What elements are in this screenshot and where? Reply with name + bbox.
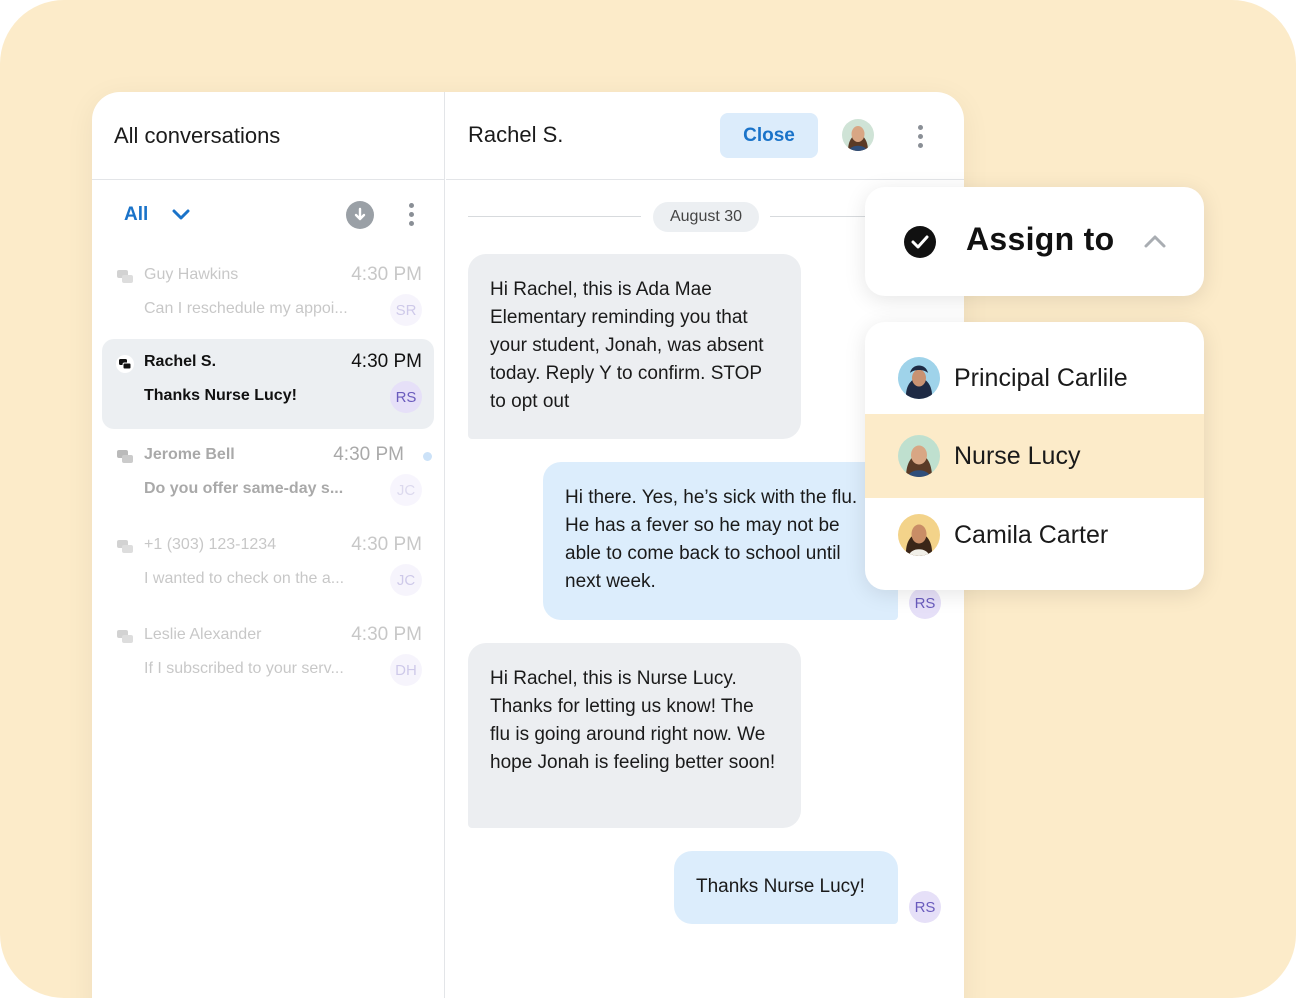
chat-bubbles-icon — [117, 270, 133, 283]
assign-to-toggle[interactable]: Assign to — [865, 187, 1204, 296]
avatar: RS — [909, 891, 941, 923]
conversation-time: 4:30 PM — [351, 624, 422, 645]
conversation-item-active[interactable]: Rachel S. 4:30 PM Thanks Nurse Lucy! RS — [102, 339, 434, 429]
conversation-preview: Do you offer same-day s... — [144, 480, 344, 497]
conversation-item[interactable]: Jerome Bell 4:30 PM Do you offer same-da… — [102, 432, 434, 522]
avatar — [898, 514, 940, 556]
assignee-option[interactable]: Camila Carter — [865, 493, 1204, 577]
conversation-time: 4:30 PM — [333, 444, 404, 465]
chat-bubbles-icon — [117, 630, 133, 643]
conversation-item[interactable]: Leslie Alexander 4:30 PM If I subscribed… — [102, 612, 434, 702]
avatar: RS — [909, 587, 941, 619]
conversation-list-title: All conversations — [114, 122, 281, 148]
message-outgoing: Hi there. Yes, he’s sick with the flu. H… — [543, 462, 898, 620]
assignee-name: Principal Carlile — [954, 363, 1128, 392]
conversation-time: 4:30 PM — [351, 534, 422, 555]
conversation-preview: Can I reschedule my appoi... — [144, 300, 348, 317]
assignee-name: Nurse Lucy — [954, 441, 1081, 470]
chat-bubbles-icon — [117, 450, 133, 463]
avatar: SR — [390, 294, 422, 326]
conversation-item[interactable]: +1 (303) 123-1234 4:30 PM I wanted to ch… — [102, 522, 434, 612]
date-pill: August 30 — [653, 202, 759, 232]
conversation-name: Rachel S. — [144, 353, 217, 370]
avatar: RS — [390, 381, 422, 413]
assignee-option[interactable]: Principal Carlile — [865, 336, 1204, 420]
assignee-name: Camila Carter — [954, 520, 1109, 549]
avatar — [898, 435, 940, 477]
chevron-up-icon[interactable] — [1143, 231, 1167, 251]
avatar — [898, 357, 940, 399]
conversation-preview: If I subscribed to your serv... — [144, 660, 344, 677]
assign-to-label: Assign to — [966, 221, 1115, 257]
filter-dropdown[interactable]: All — [124, 204, 148, 226]
conversation-time: 4:30 PM — [351, 264, 422, 285]
conversation-preview: Thanks Nurse Lucy! — [144, 387, 297, 404]
conversation-list-header: All conversations — [92, 92, 444, 180]
conversation-item[interactable]: Guy Hawkins 4:30 PM Can I reschedule my … — [102, 252, 434, 342]
divider-line — [468, 216, 641, 217]
conversation-time: 4:30 PM — [351, 351, 422, 372]
close-button[interactable]: Close — [720, 113, 818, 158]
conversation-preview: I wanted to check on the a... — [144, 570, 345, 587]
avatar: JC — [390, 474, 422, 506]
chat-bubbles-icon — [117, 540, 133, 553]
conversation-name: Guy Hawkins — [144, 266, 239, 283]
messaging-window: All conversations All Guy Hawkins 4:30 P… — [92, 92, 964, 998]
chat-bubbles-icon — [116, 355, 134, 373]
chevron-down-icon[interactable] — [170, 204, 192, 226]
message-incoming: Hi Rachel, this is Ada Mae Elementary re… — [468, 254, 801, 439]
message-outgoing: Thanks Nurse Lucy! — [674, 851, 898, 924]
kebab-menu-icon[interactable] — [917, 125, 923, 148]
conversation-name: Leslie Alexander — [144, 626, 262, 643]
avatar: DH — [390, 654, 422, 686]
avatar: JC — [390, 564, 422, 596]
assignee-option-selected[interactable]: Nurse Lucy — [865, 414, 1204, 498]
conversation-list-pane: All conversations All Guy Hawkins 4:30 P… — [92, 92, 445, 998]
chat-header: Rachel S. Close — [446, 92, 964, 180]
background: All conversations All Guy Hawkins 4:30 P… — [0, 0, 1296, 998]
unread-dot — [423, 452, 432, 461]
kebab-menu-icon[interactable] — [408, 203, 414, 226]
download-icon[interactable] — [346, 201, 374, 229]
contact-name: Rachel S. — [468, 122, 564, 147]
conversation-name: +1 (303) 123-1234 — [144, 536, 277, 553]
message-incoming: Hi Rachel, this is Nurse Lucy. Thanks fo… — [468, 643, 801, 828]
filter-row: All — [92, 180, 444, 250]
assignee-list: Principal Carlile Nurse Lucy Camila Cart… — [865, 322, 1204, 590]
check-circle-icon — [904, 226, 936, 258]
assignee-avatar[interactable] — [842, 119, 874, 151]
conversation-name: Jerome Bell — [144, 446, 235, 463]
divider-line — [770, 216, 870, 217]
